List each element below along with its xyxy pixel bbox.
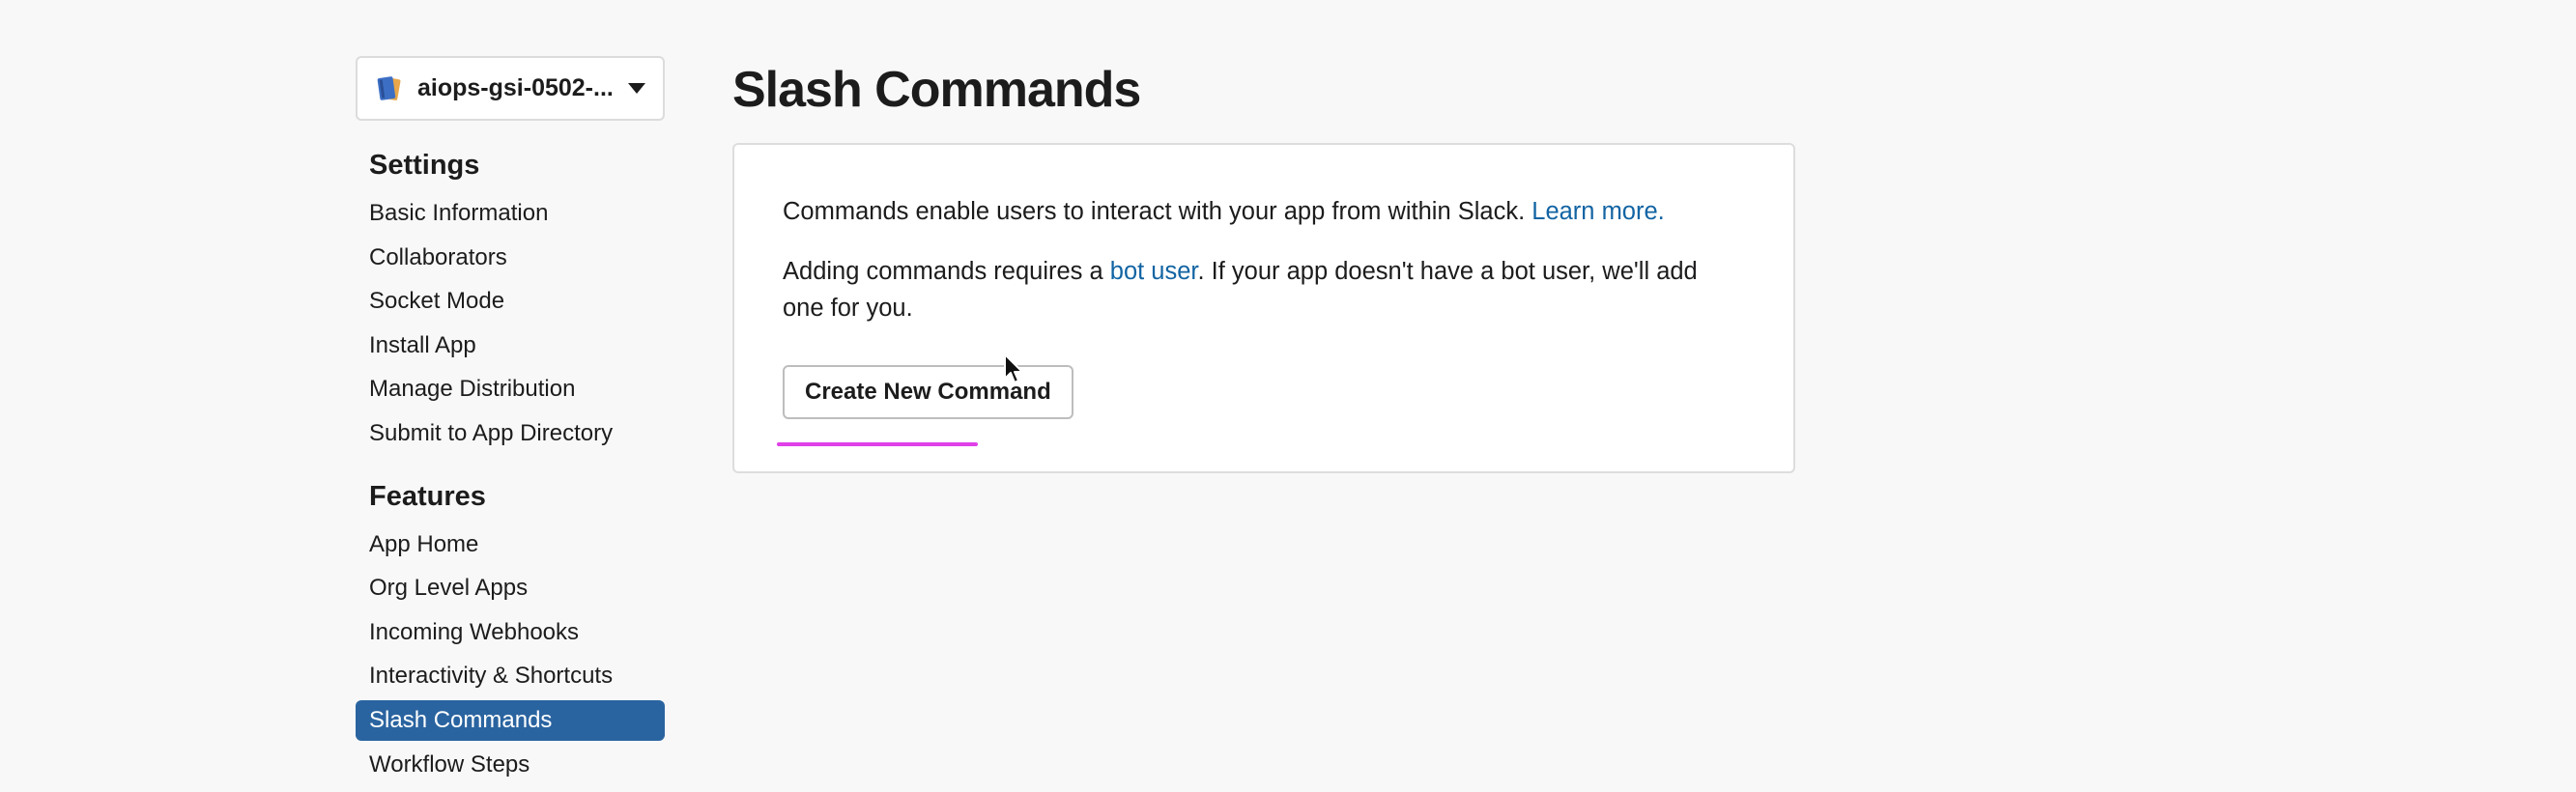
- app-name: aiops-gsi-0502-...: [417, 74, 614, 101]
- settings-nav: Basic Information Collaborators Socket M…: [356, 191, 665, 456]
- sidebar-item-install-app[interactable]: Install App: [356, 324, 665, 368]
- page: aiops-gsi-0502-... Settings Basic Inform…: [0, 0, 2576, 792]
- sidebar-item-interactivity-shortcuts[interactable]: Interactivity & Shortcuts: [356, 654, 665, 698]
- sidebar: aiops-gsi-0502-... Settings Basic Inform…: [356, 56, 665, 787]
- app-switcher-dropdown[interactable]: aiops-gsi-0502-...: [356, 56, 665, 121]
- bot-user-paragraph: Adding commands requires a bot user. If …: [783, 253, 1745, 326]
- chevron-down-icon: [628, 83, 645, 94]
- sidebar-item-app-home[interactable]: App Home: [356, 523, 665, 567]
- bot-user-text-before: Adding commands requires a: [783, 258, 1110, 285]
- app-book-icon: [377, 75, 401, 100]
- sidebar-item-org-level-apps[interactable]: Org Level Apps: [356, 566, 665, 610]
- sidebar-item-slash-commands[interactable]: Slash Commands: [356, 699, 665, 741]
- sidebar-item-basic-information[interactable]: Basic Information: [356, 191, 665, 236]
- sidebar-item-submit-to-app-directory[interactable]: Submit to App Directory: [356, 411, 665, 456]
- intro-text: Commands enable users to interact with y…: [783, 198, 1532, 225]
- page-title: Slash Commands: [732, 62, 1141, 118]
- learn-more-link[interactable]: Learn more.: [1531, 198, 1665, 225]
- features-heading: Features: [369, 480, 486, 512]
- highlight-underline: [777, 442, 978, 446]
- sidebar-item-incoming-webhooks[interactable]: Incoming Webhooks: [356, 610, 665, 655]
- intro-paragraph: Commands enable users to interact with y…: [783, 193, 1745, 230]
- features-nav: App Home Org Level Apps Incoming Webhook…: [356, 523, 665, 787]
- sidebar-item-collaborators[interactable]: Collaborators: [356, 236, 665, 280]
- settings-heading: Settings: [369, 150, 480, 181]
- create-new-command-button[interactable]: Create New Command: [783, 365, 1073, 419]
- bot-user-link[interactable]: bot user: [1110, 258, 1198, 285]
- sidebar-item-socket-mode[interactable]: Socket Mode: [356, 279, 665, 324]
- slash-commands-card: Commands enable users to interact with y…: [732, 143, 1795, 473]
- mouse-cursor-icon: [1004, 354, 1023, 383]
- sidebar-item-manage-distribution[interactable]: Manage Distribution: [356, 367, 665, 411]
- sidebar-item-workflow-steps[interactable]: Workflow Steps: [356, 743, 665, 787]
